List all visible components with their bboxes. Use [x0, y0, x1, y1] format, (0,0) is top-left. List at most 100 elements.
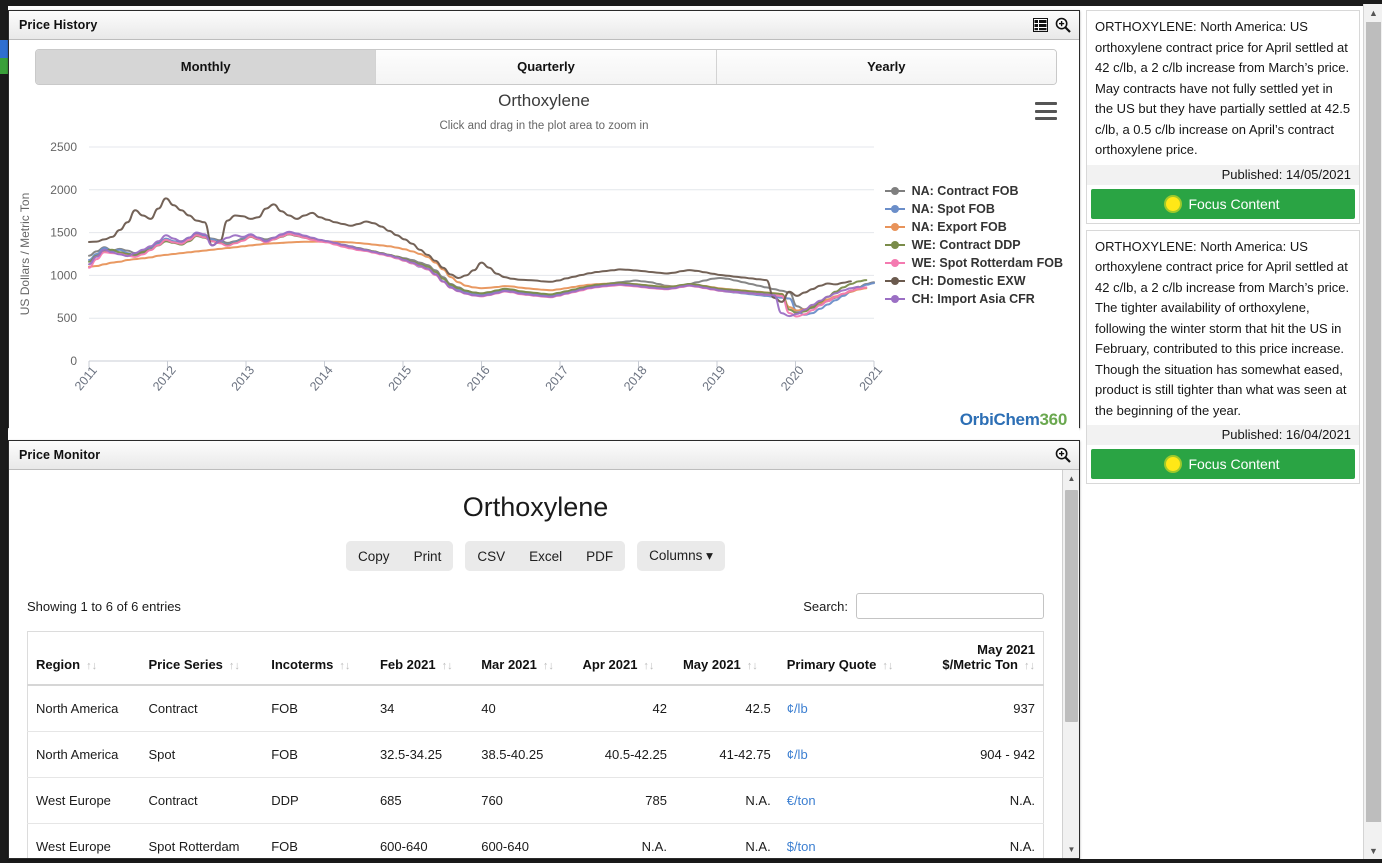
copy-button[interactable]: Copy — [346, 541, 402, 571]
button-group-export: CSV Excel PDF — [465, 541, 626, 571]
tab-monthly[interactable]: Monthly — [36, 50, 377, 84]
cell-feb-2021: 685 — [371, 777, 474, 824]
cell-incoterms: FOB — [263, 731, 372, 778]
col-apr-2021[interactable]: Apr 2021 ↑↓ — [574, 631, 675, 686]
scroll-up-arrow[interactable]: ▲ — [1063, 470, 1079, 487]
print-button[interactable]: Print — [401, 541, 454, 571]
price-history-header: Price History — [9, 11, 1079, 40]
datatable-buttons: Copy Print CSV Excel PDF Columns ▾ — [27, 541, 1044, 571]
series-line-6 — [88, 230, 860, 318]
cell-primary-quote[interactable]: €/ton — [778, 777, 919, 824]
cell-apr-2021: N.A. — [574, 823, 675, 858]
cell-price-series: Spot — [140, 731, 264, 778]
news-published-date: Published: 14/05/2021 — [1087, 164, 1359, 185]
focus-content-button[interactable]: Focus Content — [1091, 188, 1355, 219]
y-axis-tick-label: 2000 — [50, 183, 77, 197]
legend-label: NA: Spot FOB — [911, 202, 995, 216]
cell-may-2021: 41-42.75 — [674, 731, 779, 778]
search-input[interactable] — [856, 593, 1044, 619]
news-card: ORTHOXYLENE: North America: US orthoxyle… — [1086, 229, 1360, 484]
cell-region: North America — [27, 731, 141, 778]
magnifier-plus-icon[interactable] — [1055, 17, 1071, 33]
cell-mar-2021: 760 — [473, 777, 575, 824]
cell-apr-2021: 40.5-42.25 — [574, 731, 675, 778]
page-scroll-down-arrow[interactable]: ▼ — [1364, 842, 1382, 859]
cell-primary-quote[interactable]: ¢/lb — [778, 731, 919, 778]
cell-primary-quote[interactable]: ¢/lb — [778, 685, 919, 732]
table-row[interactable]: West Europe Contract DDP 685 760 785 N.A. €/ton… — [27, 777, 1044, 824]
col-metric-ton[interactable]: May 2021 $/Metric Ton ↑↓ — [918, 631, 1044, 686]
focus-content-label: Focus Content — [1188, 456, 1280, 472]
csv-button[interactable]: CSV — [465, 541, 518, 571]
x-axis-tick-label: 2013 — [229, 363, 258, 393]
table-row[interactable]: North America Contract FOB 34 40 42 42.5 ¢/lb 93… — [27, 685, 1044, 732]
cell-apr-2021: 785 — [574, 777, 675, 824]
focus-content-button[interactable]: Focus Content — [1091, 449, 1355, 479]
cell-metric-ton: N.A. — [918, 777, 1044, 824]
hamburger-menu-icon[interactable] — [1035, 102, 1057, 120]
col-region[interactable]: Region ↑↓ — [27, 631, 141, 686]
legend-item-0[interactable]: NA: Contract FOB — [884, 184, 1063, 198]
page-scrollbar-thumb[interactable] — [1366, 22, 1381, 822]
legend-label: CH: Import Asia CFR — [911, 292, 1035, 306]
cell-feb-2021: 600-640 — [371, 823, 474, 858]
monitor-product-title: Orthoxylene — [462, 492, 609, 522]
series-line-2 — [88, 240, 868, 312]
logo-part-orbichem: OrbiChem — [959, 410, 1040, 429]
cell-mar-2021: 40 — [473, 685, 575, 732]
col-incoterms[interactable]: Incoterms ↑↓ — [263, 631, 372, 686]
legend-item-3[interactable]: WE: Contract DDP — [884, 238, 1063, 252]
price-monitor-scrollbar[interactable]: ▲ ▼ — [1062, 470, 1079, 858]
legend-item-4[interactable]: WE: Spot Rotterdam FOB — [884, 256, 1063, 270]
tab-yearly[interactable]: Yearly — [716, 50, 1056, 84]
columns-dropdown-button[interactable]: Columns ▾ — [637, 541, 725, 571]
cell-price-series: Spot Rotterdam — [140, 823, 264, 858]
x-axis-tick-label: 2012 — [150, 363, 179, 393]
page-scrollbar[interactable]: ▲ ▼ — [1363, 4, 1382, 859]
cell-region: North America — [27, 685, 141, 732]
cell-region: West Europe — [27, 777, 141, 824]
x-axis-tick-label: 2014 — [307, 363, 336, 393]
scroll-down-arrow[interactable]: ▼ — [1063, 841, 1079, 858]
x-axis-tick-label: 2016 — [464, 363, 493, 393]
legend-item-5[interactable]: CH: Domestic EXW — [884, 274, 1063, 288]
sun-icon — [1166, 196, 1181, 211]
table-row[interactable]: West Europe Spot Rotterdam FOB 600-640 600-6… — [27, 823, 1044, 858]
col-primary-quote[interactable]: Primary Quote ↑↓ — [778, 631, 919, 686]
col-may-2021[interactable]: May 2021 ↑↓ — [674, 631, 779, 686]
price-monitor-table: Region ↑↓ Price Series ↑↓ Incoterms ↑↓ Feb … — [27, 631, 1044, 858]
table-row[interactable]: North America Spot FOB 32.5-34.25 38.5-40.25… — [27, 731, 1044, 778]
cell-mar-2021: 38.5-40.25 — [473, 731, 575, 778]
legend-item-6[interactable]: CH: Import Asia CFR — [884, 292, 1063, 306]
application-window: Price History Monthly Quarterly Yearly O… — [0, 0, 1382, 863]
col-price-series[interactable]: Price Series ↑↓ — [140, 631, 264, 686]
chevron-down-icon: ▾ — [706, 548, 713, 563]
x-axis-tick-label: 2019 — [700, 363, 729, 393]
frame-sliver-green — [0, 58, 8, 74]
cell-metric-ton: 937 — [918, 685, 1044, 732]
legend-label: CH: Domestic EXW — [911, 274, 1026, 288]
sort-icon: ↑↓ — [882, 660, 894, 672]
x-axis-tick-label: 2011 — [72, 364, 100, 394]
table-header-row: Region ↑↓ Price Series ↑↓ Incoterms ↑↓ Feb … — [27, 631, 1044, 686]
x-axis-tick-label: 2018 — [621, 363, 650, 393]
pdf-button[interactable]: PDF — [574, 541, 626, 571]
excel-button[interactable]: Excel — [517, 541, 575, 571]
magnifier-plus-icon[interactable] — [1055, 447, 1071, 463]
col-feb-2021[interactable]: Feb 2021 ↑↓ — [371, 631, 474, 686]
sort-icon: ↑↓ — [86, 660, 98, 672]
cell-metric-ton: N.A. — [918, 823, 1044, 858]
legend-marker-icon — [884, 276, 905, 286]
col-mar-2021[interactable]: Mar 2021 ↑↓ — [473, 631, 575, 686]
page-scroll-up-arrow[interactable]: ▲ — [1364, 4, 1382, 21]
price-monitor-header-icons — [1055, 447, 1071, 463]
legend-item-2[interactable]: NA: Export FOB — [884, 220, 1063, 234]
news-cards-list: ORTHOXYLENE: North America: US orthoxyle… — [1086, 10, 1360, 484]
tab-quarterly[interactable]: Quarterly — [376, 50, 717, 84]
scrollbar-thumb[interactable] — [1065, 490, 1078, 722]
legend-label: WE: Spot Rotterdam FOB — [911, 256, 1063, 270]
table-icon[interactable] — [1033, 18, 1048, 32]
legend-item-1[interactable]: NA: Spot FOB — [884, 202, 1063, 216]
cell-primary-quote[interactable]: $/ton — [778, 823, 919, 858]
cell-incoterms: DDP — [263, 777, 372, 824]
